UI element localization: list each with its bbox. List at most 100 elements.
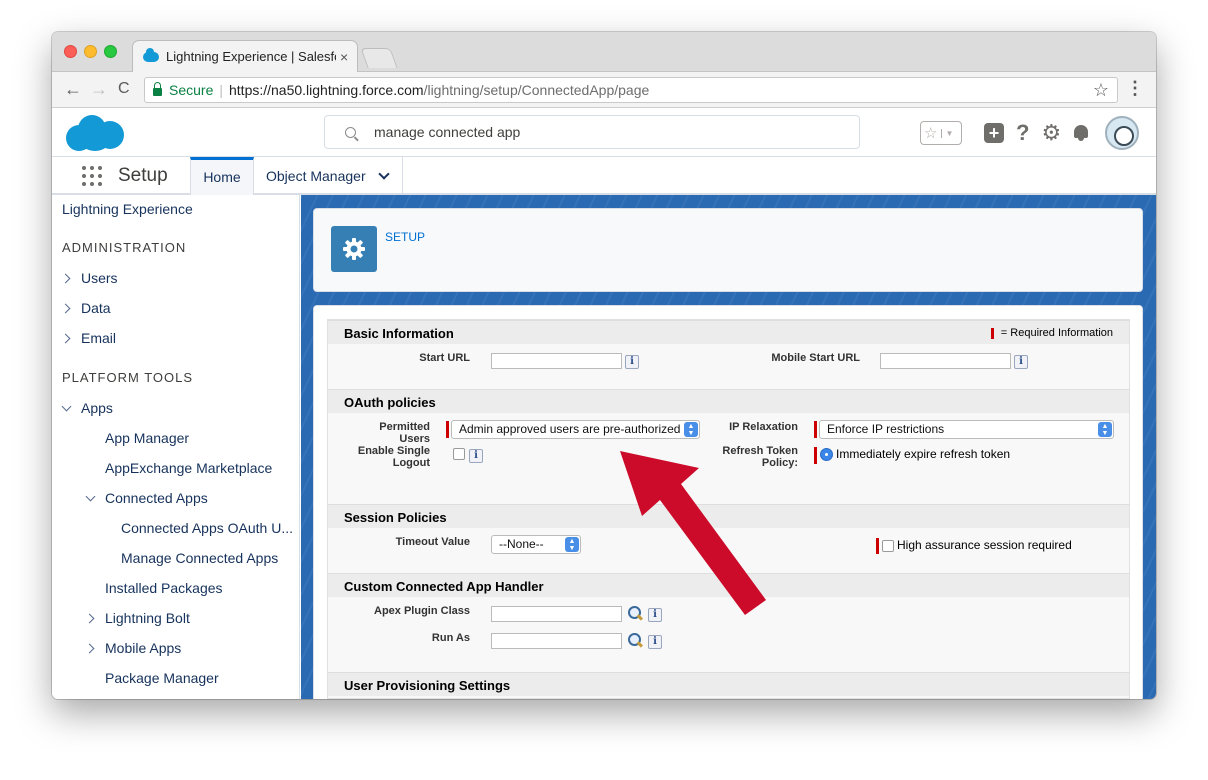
nav-divider bbox=[402, 157, 403, 195]
info-icon[interactable]: i bbox=[469, 449, 483, 463]
back-arrow-icon[interactable]: ← bbox=[64, 79, 82, 100]
sidebar-item-data[interactable]: Data bbox=[81, 300, 111, 316]
start-url-label: Start URL bbox=[419, 352, 470, 364]
high-assurance-checkbox[interactable] bbox=[882, 540, 894, 552]
sidebar-item-app-manager[interactable]: App Manager bbox=[105, 430, 189, 446]
info-icon[interactable]: i bbox=[625, 355, 639, 369]
minimize-window-button[interactable] bbox=[84, 45, 97, 58]
forward-arrow-icon[interactable]: → bbox=[90, 79, 108, 100]
favorites-button[interactable]: ☆ ▼ bbox=[920, 121, 962, 145]
favorites-star-icon: ☆ bbox=[924, 125, 938, 142]
required-marker bbox=[814, 421, 817, 438]
lookup-magnifier-icon[interactable] bbox=[627, 632, 643, 648]
salesforce-favicon-icon bbox=[143, 47, 159, 62]
tab-close-icon[interactable]: × bbox=[340, 49, 348, 65]
zoom-window-button[interactable] bbox=[104, 45, 117, 58]
header-icons: ☆ ▼ + ? ⚙ bbox=[920, 116, 1140, 150]
chevron-down-icon[interactable] bbox=[61, 401, 72, 412]
refresh-token-policy-label: Refresh Token Policy: bbox=[708, 445, 798, 469]
app-launcher-icon[interactable] bbox=[82, 166, 102, 186]
chevron-right-icon[interactable] bbox=[84, 613, 95, 624]
url-field[interactable]: Secure | https://na50.lightning.force.co… bbox=[144, 77, 1118, 103]
url-host: https://na50.lightning.force.com bbox=[229, 82, 424, 98]
info-icon[interactable]: i bbox=[1014, 355, 1028, 369]
single-logout-checkbox[interactable] bbox=[453, 448, 465, 460]
select-arrows-icon: ▲ ▼ bbox=[684, 422, 698, 437]
required-marker bbox=[990, 327, 994, 339]
sidebar-item-appexchange-marketplace[interactable]: AppExchange Marketplace bbox=[105, 460, 272, 476]
section-title: Custom Connected App Handler bbox=[344, 579, 544, 594]
app-navigation-bar: Setup Home Object Manager bbox=[52, 157, 1156, 195]
sidebar-item-package-manager[interactable]: Package Manager bbox=[105, 670, 219, 686]
chevron-right-icon[interactable] bbox=[60, 303, 71, 314]
permitted-users-label: Permitted Users bbox=[379, 421, 430, 445]
global-search-input[interactable]: manage connected app bbox=[324, 115, 860, 149]
sidebar-item-lightning-experience[interactable]: Lightning Experience bbox=[62, 201, 193, 217]
sidebar-item-users[interactable]: Users bbox=[81, 270, 118, 286]
section-title: OAuth policies bbox=[344, 395, 436, 410]
sidebar-item-connected-apps-oauth-usage[interactable]: Connected Apps OAuth U... bbox=[121, 520, 293, 536]
permitted-users-select[interactable]: Admin approved users are pre-authorized … bbox=[451, 420, 700, 439]
chevron-right-icon[interactable] bbox=[60, 333, 71, 344]
browser-tab[interactable]: Lightning Experience | Salesforce × bbox=[132, 40, 358, 72]
sidebar-item-apps[interactable]: Apps bbox=[81, 400, 113, 416]
single-logout-label-line1: Enable Single bbox=[357, 445, 430, 457]
tab-object-manager-label: Object Manager bbox=[266, 168, 366, 184]
chevron-right-icon[interactable] bbox=[60, 273, 71, 284]
timeout-value: --None-- bbox=[499, 537, 544, 551]
info-icon[interactable]: i bbox=[648, 608, 662, 622]
search-input-value: manage connected app bbox=[374, 124, 521, 140]
required-legend: = Required Information bbox=[990, 327, 1113, 339]
main-content-area: SETUP Basic Information = Required Infor… bbox=[301, 195, 1156, 699]
run-as-input[interactable] bbox=[491, 633, 622, 649]
bookmark-star-icon[interactable]: ☆ bbox=[1093, 80, 1109, 101]
apex-plugin-class-label: Apex Plugin Class bbox=[374, 605, 470, 617]
sidebar-item-installed-packages[interactable]: Installed Packages bbox=[105, 580, 223, 596]
sidebar-item-lightning-bolt[interactable]: Lightning Bolt bbox=[105, 610, 190, 626]
section-header-oauth-policies: OAuth policies bbox=[328, 389, 1129, 413]
lookup-magnifier-icon[interactable] bbox=[627, 605, 643, 621]
reload-icon[interactable]: C bbox=[118, 80, 130, 98]
timeout-value-select[interactable]: --None-- ▲ ▼ bbox=[491, 535, 581, 554]
setup-gear-icon bbox=[331, 226, 377, 272]
section-header-basic-information: Basic Information = Required Information bbox=[328, 320, 1129, 344]
mobile-start-url-input[interactable] bbox=[880, 353, 1011, 369]
secure-label: Secure bbox=[169, 82, 214, 98]
sidebar-item-connected-apps[interactable]: Connected Apps bbox=[105, 490, 208, 506]
mobile-start-url-label: Mobile Start URL bbox=[771, 352, 860, 364]
chevron-down-icon[interactable] bbox=[377, 168, 390, 180]
browser-menu-icon[interactable]: ⋮ bbox=[1126, 78, 1144, 99]
tab-strip: Lightning Experience | Salesforce × bbox=[52, 32, 1156, 72]
permitted-users-value: Admin approved users are pre-authorized bbox=[459, 422, 681, 436]
sidebar-heading-administration: ADMINISTRATION bbox=[62, 240, 187, 255]
address-bar: ← → C Secure | https://na50.lightning.fo… bbox=[52, 72, 1156, 108]
section-title: User Provisioning Settings bbox=[344, 678, 511, 693]
global-actions-plus-icon[interactable]: + bbox=[984, 123, 1004, 143]
sidebar-item-manage-connected-apps[interactable]: Manage Connected Apps bbox=[121, 550, 278, 566]
run-as-label: Run As bbox=[431, 632, 470, 644]
refresh-token-radio[interactable] bbox=[820, 448, 833, 461]
new-tab-button[interactable] bbox=[360, 48, 398, 68]
url-separator: | bbox=[219, 82, 223, 98]
sidebar-item-email[interactable]: Email bbox=[81, 330, 116, 346]
close-window-button[interactable] bbox=[64, 45, 77, 58]
notifications-bell-icon[interactable] bbox=[1073, 125, 1089, 141]
chevron-right-icon[interactable] bbox=[84, 643, 95, 654]
ip-relaxation-label: IP Relaxation bbox=[729, 421, 798, 433]
info-icon[interactable]: i bbox=[648, 635, 662, 649]
chevron-down-icon[interactable] bbox=[85, 491, 96, 502]
setup-sidebar: Lightning Experience ADMINISTRATION User… bbox=[52, 195, 300, 699]
help-icon[interactable]: ? bbox=[1016, 120, 1029, 146]
salesforce-logo[interactable] bbox=[66, 115, 124, 151]
refresh-token-value: Immediately expire refresh token bbox=[836, 447, 1011, 461]
start-url-input[interactable] bbox=[491, 353, 622, 369]
user-avatar[interactable] bbox=[1105, 116, 1140, 150]
high-assurance-label: High assurance session required bbox=[897, 538, 1072, 552]
tab-object-manager[interactable]: Object Manager bbox=[266, 157, 390, 195]
setup-gear-icon[interactable]: ⚙ bbox=[1041, 120, 1061, 146]
sidebar-item-mobile-apps[interactable]: Mobile Apps bbox=[105, 640, 181, 656]
apex-plugin-class-input[interactable] bbox=[491, 606, 622, 622]
app-name: Setup bbox=[118, 165, 168, 186]
tab-home[interactable]: Home bbox=[190, 157, 254, 195]
ip-relaxation-select[interactable]: Enforce IP restrictions ▲ ▼ bbox=[819, 420, 1114, 439]
